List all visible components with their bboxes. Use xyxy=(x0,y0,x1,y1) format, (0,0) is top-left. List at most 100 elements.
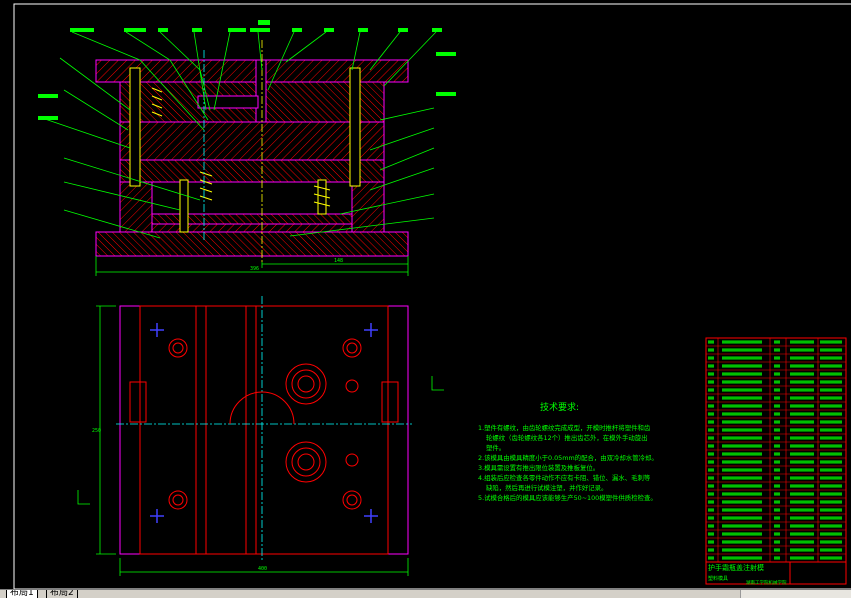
bom-cell-mark xyxy=(790,508,814,512)
section-view: 396 148 xyxy=(38,28,456,276)
bom-cell-mark xyxy=(820,532,842,536)
bom-cell-mark xyxy=(820,516,842,520)
bom-cell-mark xyxy=(708,428,714,432)
header-mark xyxy=(258,20,270,25)
bom-cell-mark xyxy=(774,556,780,560)
bom-cell-mark xyxy=(774,444,780,448)
tech-note-line: 5.试模合格后的模具应该能够生产50~100模塑件供质检检查。 xyxy=(478,493,657,502)
bom-cell-mark xyxy=(774,540,780,544)
bom-cell-mark xyxy=(774,508,780,512)
bom-cell-mark xyxy=(722,468,762,472)
bom-cell-mark xyxy=(790,348,814,352)
bom-cell-mark xyxy=(790,428,814,432)
tech-note-line: 2.该模具由模具精度小于0.05mm的配合，由双冷却水管冷却。 xyxy=(478,453,658,462)
bom-cell-mark xyxy=(820,340,842,344)
bom-cell-mark xyxy=(708,500,714,504)
bom-cell-mark xyxy=(820,444,842,448)
bom-cell-mark xyxy=(722,508,762,512)
bom-cell-mark xyxy=(790,404,814,408)
bom-cell-mark xyxy=(820,460,842,464)
bom-cell-mark xyxy=(820,476,842,480)
bom-cell-mark xyxy=(708,356,714,360)
bom-cell-mark xyxy=(722,428,762,432)
bom-cell-mark xyxy=(820,348,842,352)
bom-cell-mark xyxy=(708,364,714,368)
bom-cell-mark xyxy=(722,340,762,344)
bom-cell-mark xyxy=(722,540,762,544)
bom-cell-mark xyxy=(774,340,780,344)
bom-cell-mark xyxy=(820,556,842,560)
bom-cell-mark xyxy=(708,396,714,400)
bom-cell-mark xyxy=(722,364,762,368)
bom-cell-mark xyxy=(774,516,780,520)
bom-cell-mark xyxy=(708,484,714,488)
bom-cell-mark xyxy=(708,468,714,472)
title-block-name: 护手霜瓶盖注射模 xyxy=(708,563,764,572)
tech-note-line: 缺陷，然后再进行试模注塑，并作好记录。 xyxy=(486,483,607,492)
bom-cell-mark xyxy=(790,388,814,392)
bom-cell-mark xyxy=(820,420,842,424)
tech-note-line: 3.模具需设置有推出限位装置及推板复位。 xyxy=(478,463,599,472)
bom-cell-mark xyxy=(708,548,714,552)
bom-cell-mark xyxy=(774,452,780,456)
bom-cell-mark xyxy=(820,356,842,360)
bom-cell-mark xyxy=(790,412,814,416)
bom-cell-mark xyxy=(820,508,842,512)
bom-cell-mark xyxy=(708,372,714,376)
tech-note-line: 1.塑件有螺纹，由齿轮螺纹完成成型，开模时推杆将塑件和齿 xyxy=(478,423,651,432)
bom-cell-mark xyxy=(820,524,842,528)
bom-cell-mark xyxy=(774,404,780,408)
bom-cell-mark xyxy=(722,524,762,528)
bom-cell-mark xyxy=(790,532,814,536)
bom-cell-mark xyxy=(790,492,814,496)
plan-view: 400 250 xyxy=(77,296,444,576)
bom-cell-mark xyxy=(722,404,762,408)
bom-cell-mark xyxy=(790,476,814,480)
bom-cell-mark xyxy=(708,540,714,544)
bom-cell-mark xyxy=(774,476,780,480)
bom-cell-mark xyxy=(708,348,714,352)
bom-cell-mark xyxy=(820,492,842,496)
bom-cell-mark xyxy=(722,444,762,448)
bom-cell-mark xyxy=(790,460,814,464)
tech-notes-title: 技术要求: xyxy=(540,401,579,413)
title-block-footer: 湖南工学院机械学院 xyxy=(746,579,787,586)
bom-cell-mark xyxy=(820,396,842,400)
bill-of-materials: 护手霜瓶盖注射模 塑料模具 湖南工学院机械学院 xyxy=(705,337,847,586)
bom-cell-mark xyxy=(722,492,762,496)
bom-cell-mark xyxy=(722,500,762,504)
bom-cell-mark xyxy=(722,372,762,376)
bom-cell-mark xyxy=(790,356,814,360)
bom-cell-mark xyxy=(820,380,842,384)
bom-cell-mark xyxy=(722,476,762,480)
bom-cell-mark xyxy=(708,436,714,440)
bom-cell-mark xyxy=(774,420,780,424)
bom-cell-mark xyxy=(774,492,780,496)
bom-cell-mark xyxy=(722,412,762,416)
bom-cell-mark xyxy=(820,468,842,472)
bom-cell-mark xyxy=(708,388,714,392)
cad-drawing-canvas: 396 148 400 250 技术要求: 1.塑件有螺纹，由齿轮螺纹完成成型，… xyxy=(13,3,851,589)
bom-cell-mark xyxy=(722,380,762,384)
tech-note-line: 4.组装后应检查各零件动作不应有卡阻、错位、漏水、毛刺等 xyxy=(478,473,651,482)
bom-cell-mark xyxy=(774,388,780,392)
bom-cell-mark xyxy=(790,452,814,456)
bom-cell-mark xyxy=(790,540,814,544)
bom-cell-mark xyxy=(790,444,814,448)
bom-cell-mark xyxy=(708,340,714,344)
bom-cell-mark xyxy=(790,468,814,472)
bom-cell-mark xyxy=(722,532,762,536)
bom-cell-mark xyxy=(774,380,780,384)
bom-cell-mark xyxy=(708,524,714,528)
bom-cell-mark xyxy=(722,452,762,456)
bom-cell-mark xyxy=(774,524,780,528)
bom-cell-mark xyxy=(820,540,842,544)
bom-cell-mark xyxy=(722,516,762,520)
bom-cell-mark xyxy=(774,436,780,440)
bom-cell-mark xyxy=(790,516,814,520)
bom-cell-mark xyxy=(708,452,714,456)
bom-cell-mark xyxy=(708,556,714,560)
tech-note-line: 轮螺纹（齿轮螺纹各12个）推出齿芯外，在模外手动旋出 xyxy=(486,433,648,442)
bom-cell-mark xyxy=(790,484,814,488)
dim-total-width: 396 xyxy=(250,266,259,272)
